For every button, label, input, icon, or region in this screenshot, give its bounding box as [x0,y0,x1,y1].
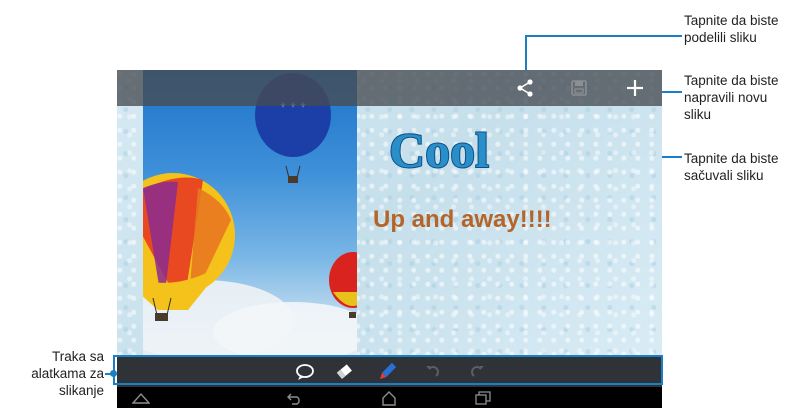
callout-share-line1: Tapnite da biste [684,13,779,28]
back-icon [287,393,300,405]
nav-home-button[interactable] [131,389,151,406]
save-icon [571,80,587,96]
balloon-illustration: ✦ ✦ ✦ [143,73,357,357]
share-icon [517,79,533,97]
cool-sticker[interactable]: Cool [385,115,545,185]
canvas-headline-text[interactable]: Up and away!!!! [373,206,552,234]
cool-sticker-art: Cool [388,121,490,179]
callout-new: Tapnite da biste napravili novu sliku [684,72,779,123]
system-nav-bar [117,387,662,408]
house-icon [382,390,396,406]
toolbar-highlight-box [113,355,663,385]
recent-apps-icon [475,390,491,405]
callout-toolbar-line1: Traka sa [51,349,104,364]
callout-new-line1: Tapnite da biste [684,73,779,88]
nav-house-button[interactable] [379,389,399,406]
callout-toolbar: Traka sa alatkama za slikanje [30,348,104,399]
callout-share: Tapnite da biste podelili sliku [684,12,779,46]
top-action-bar [117,70,662,106]
balloon-photo[interactable]: ✦ ✦ ✦ [143,70,357,357]
save-button[interactable] [561,70,597,106]
callout-save: Tapnite da biste sačuvali sliku [684,150,779,184]
cool-sticker-text: Cool [389,122,489,178]
new-picture-button[interactable] [617,70,653,106]
callout-new-line2: napravili novu [684,90,768,105]
callout-save-line1: Tapnite da biste [684,151,779,166]
callout-new-line3: sliku [684,107,712,122]
callout-toolbar-line2: alatkama za [31,366,104,381]
home-icon [132,392,150,404]
callout-share-line2: podelili sliku [684,30,757,45]
leader-share-horizontal [525,35,682,37]
plus-icon [627,80,643,96]
callout-save-line2: sačuvali sliku [684,168,764,183]
share-button[interactable] [507,70,543,106]
nav-back-button[interactable] [285,389,305,406]
nav-recent-button[interactable] [473,389,493,406]
callout-toolbar-line3: slikanje [58,383,104,398]
